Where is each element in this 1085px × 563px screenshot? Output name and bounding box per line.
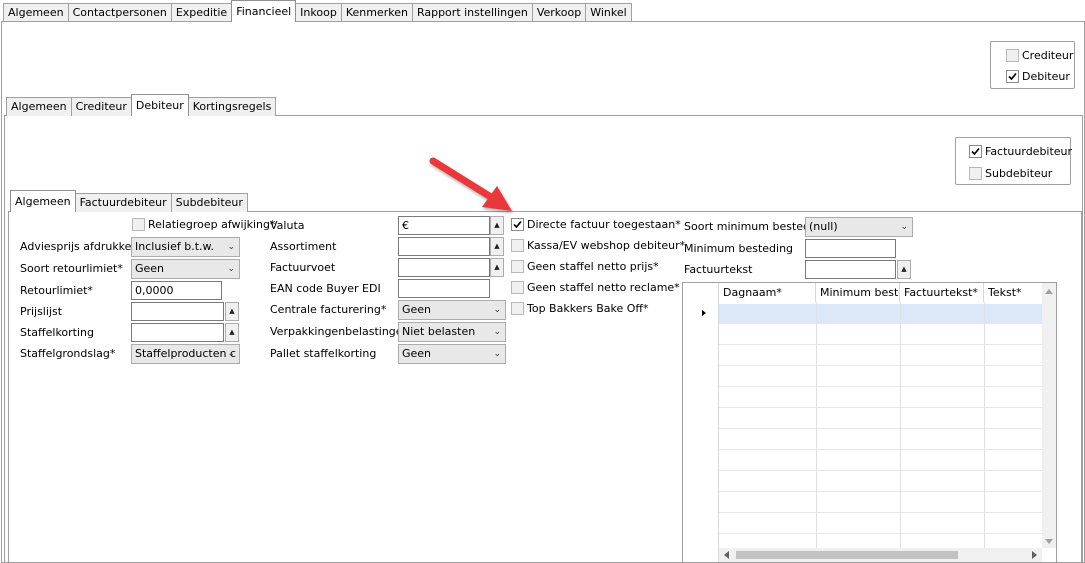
factuurvoet-label: Factuurvoet	[270, 261, 336, 274]
geen-staffel-netto-reclame-label: Geen staffel netto reclame*	[527, 281, 680, 294]
centrale-facturering-select[interactable]: Geen ⌄	[398, 300, 506, 320]
prijslijst-label: Prijslijst	[20, 305, 63, 318]
grid-row-line	[719, 344, 1042, 345]
directe-factuur-label: Directe factuur toegestaan*	[527, 218, 681, 231]
retourlimiet-label: Retourlimiet*	[20, 284, 93, 297]
content: Relatiegroep afwijking* Adviesprijs afdr…	[0, 0, 1085, 563]
chevron-down-icon: ⌄	[493, 349, 501, 359]
grid-row-line	[719, 491, 1042, 492]
retourlimiet-soort-label: Soort retourlimiet*	[20, 262, 123, 275]
min-besteding-input[interactable]	[805, 239, 896, 258]
assortiment-input[interactable]	[398, 237, 490, 256]
soort-min-besteding-select[interactable]: (null) ⌄	[805, 217, 913, 237]
ean-input[interactable]	[398, 279, 490, 298]
retourlimiet-soort-value: Geen	[135, 262, 165, 275]
staffelgrondslag-value: Staffelproducten c	[135, 347, 237, 360]
grid-row-indicator-column	[683, 283, 719, 562]
min-besteding-label: Minimum besteding	[684, 242, 794, 255]
grid-row-line	[719, 470, 1042, 471]
dagnaam-grid[interactable]: Dagnaam* Minimum beste... Factuurtekst* …	[682, 282, 1057, 563]
adviesprijs-select[interactable]: Inclusief b.t.w. ⌄	[131, 237, 240, 257]
staffelkorting-input[interactable]	[131, 323, 224, 342]
top-bakkers-label: Top Bakkers Bake Off*	[527, 302, 649, 315]
grid-horizontal-scrollbar[interactable]	[719, 548, 1042, 562]
staffelkorting-label: Staffelkorting	[20, 326, 94, 339]
chevron-down-icon: ⌄	[227, 264, 235, 274]
kassa-webshop-checkbox[interactable]	[511, 239, 524, 252]
scroll-right-icon[interactable]	[1032, 551, 1037, 559]
chevron-down-icon: ⌄	[227, 349, 235, 359]
geen-staffel-netto-prijs-label: Geen staffel netto prijs*	[527, 260, 659, 273]
pallet-select[interactable]: Geen ⌄	[398, 344, 506, 364]
scroll-up-icon[interactable]	[1045, 289, 1053, 294]
soort-min-besteding-value: (null)	[809, 220, 838, 233]
scroll-down-icon[interactable]	[1045, 539, 1053, 544]
assortiment-lookup-button[interactable]: ▲	[490, 237, 504, 256]
prijslijst-lookup-button[interactable]: ▲	[225, 302, 239, 321]
factuurtekst-label: Factuurtekst	[684, 263, 753, 276]
kassa-webshop-label: Kassa/EV webshop debiteur*	[527, 239, 686, 252]
adviesprijs-value: Inclusief b.t.w.	[135, 240, 214, 253]
staffelgrondslag-select[interactable]: Staffelproducten c ⌄	[131, 344, 240, 364]
grid-row-line	[719, 407, 1042, 408]
annotation-arrow-icon	[429, 157, 512, 211]
centrale-facturering-value: Geen	[402, 303, 432, 316]
staffelgrondslag-label: Staffelgrondslag*	[20, 347, 116, 360]
checkmark-icon	[513, 220, 522, 229]
assortiment-label: Assortiment	[270, 240, 337, 253]
prijslijst-input[interactable]	[131, 302, 224, 321]
verpakking-label: Verpakkingenbelastingen*	[270, 325, 416, 338]
chevron-down-icon: ⌄	[493, 327, 501, 337]
verpakking-value: Niet belasten	[402, 325, 476, 338]
grid-vertical-scrollbar[interactable]	[1042, 283, 1056, 548]
relatiegroep-checkbox[interactable]	[132, 218, 145, 231]
chevron-down-icon: ⌄	[493, 305, 501, 315]
staffelkorting-lookup-button[interactable]: ▲	[225, 323, 239, 342]
centrale-facturering-label: Centrale facturering*	[270, 303, 387, 316]
adviesprijs-label: Adviesprijs afdrukken*	[20, 240, 144, 253]
top-bakkers-checkbox[interactable]	[511, 302, 524, 315]
verpakking-select[interactable]: Niet belasten ⌄	[398, 322, 506, 342]
grid-row-line	[719, 365, 1042, 366]
geen-staffel-netto-reclame-checkbox[interactable]	[511, 281, 524, 294]
factuurvoet-lookup-button[interactable]: ▲	[490, 258, 504, 277]
scroll-left-icon[interactable]	[724, 551, 729, 559]
pallet-value: Geen	[402, 347, 432, 360]
retourlimiet-input[interactable]: 0,0000	[131, 281, 222, 300]
chevron-down-icon: ⌄	[900, 222, 908, 232]
chevron-down-icon: ⌄	[227, 242, 235, 252]
geen-staffel-netto-prijs-checkbox[interactable]	[511, 260, 524, 273]
pallet-label: Pallet staffelkorting	[270, 347, 377, 360]
grid-current-row-icon	[702, 310, 706, 316]
grid-header-tekst[interactable]: Tekst*	[984, 283, 1040, 302]
grid-row-line	[719, 449, 1042, 450]
factuurvoet-input[interactable]	[398, 258, 490, 277]
grid-row-line	[719, 512, 1042, 513]
grid-row-line	[719, 386, 1042, 387]
grid-row-line	[719, 428, 1042, 429]
scroll-thumb[interactable]	[736, 551, 958, 559]
factuurtekst-lookup-button[interactable]: ▲	[897, 260, 911, 279]
grid-header-minimum-besteding[interactable]: Minimum beste...	[816, 283, 900, 302]
ean-label: EAN code Buyer EDI	[270, 282, 381, 295]
grid-row-line	[719, 533, 1042, 534]
retourlimiet-soort-select[interactable]: Geen ⌄	[131, 259, 240, 279]
factuurtekst-input[interactable]	[805, 260, 896, 279]
valuta-label: Valuta	[270, 219, 305, 232]
grid-selected-row[interactable]	[719, 304, 1042, 323]
grid-header-dagnaam[interactable]: Dagnaam*	[719, 283, 816, 302]
relatiegroep-label: Relatiegroep afwijking*	[148, 218, 276, 231]
grid-header-factuurtekst[interactable]: Factuurtekst*	[900, 283, 984, 302]
grid-row-line	[719, 323, 1042, 324]
